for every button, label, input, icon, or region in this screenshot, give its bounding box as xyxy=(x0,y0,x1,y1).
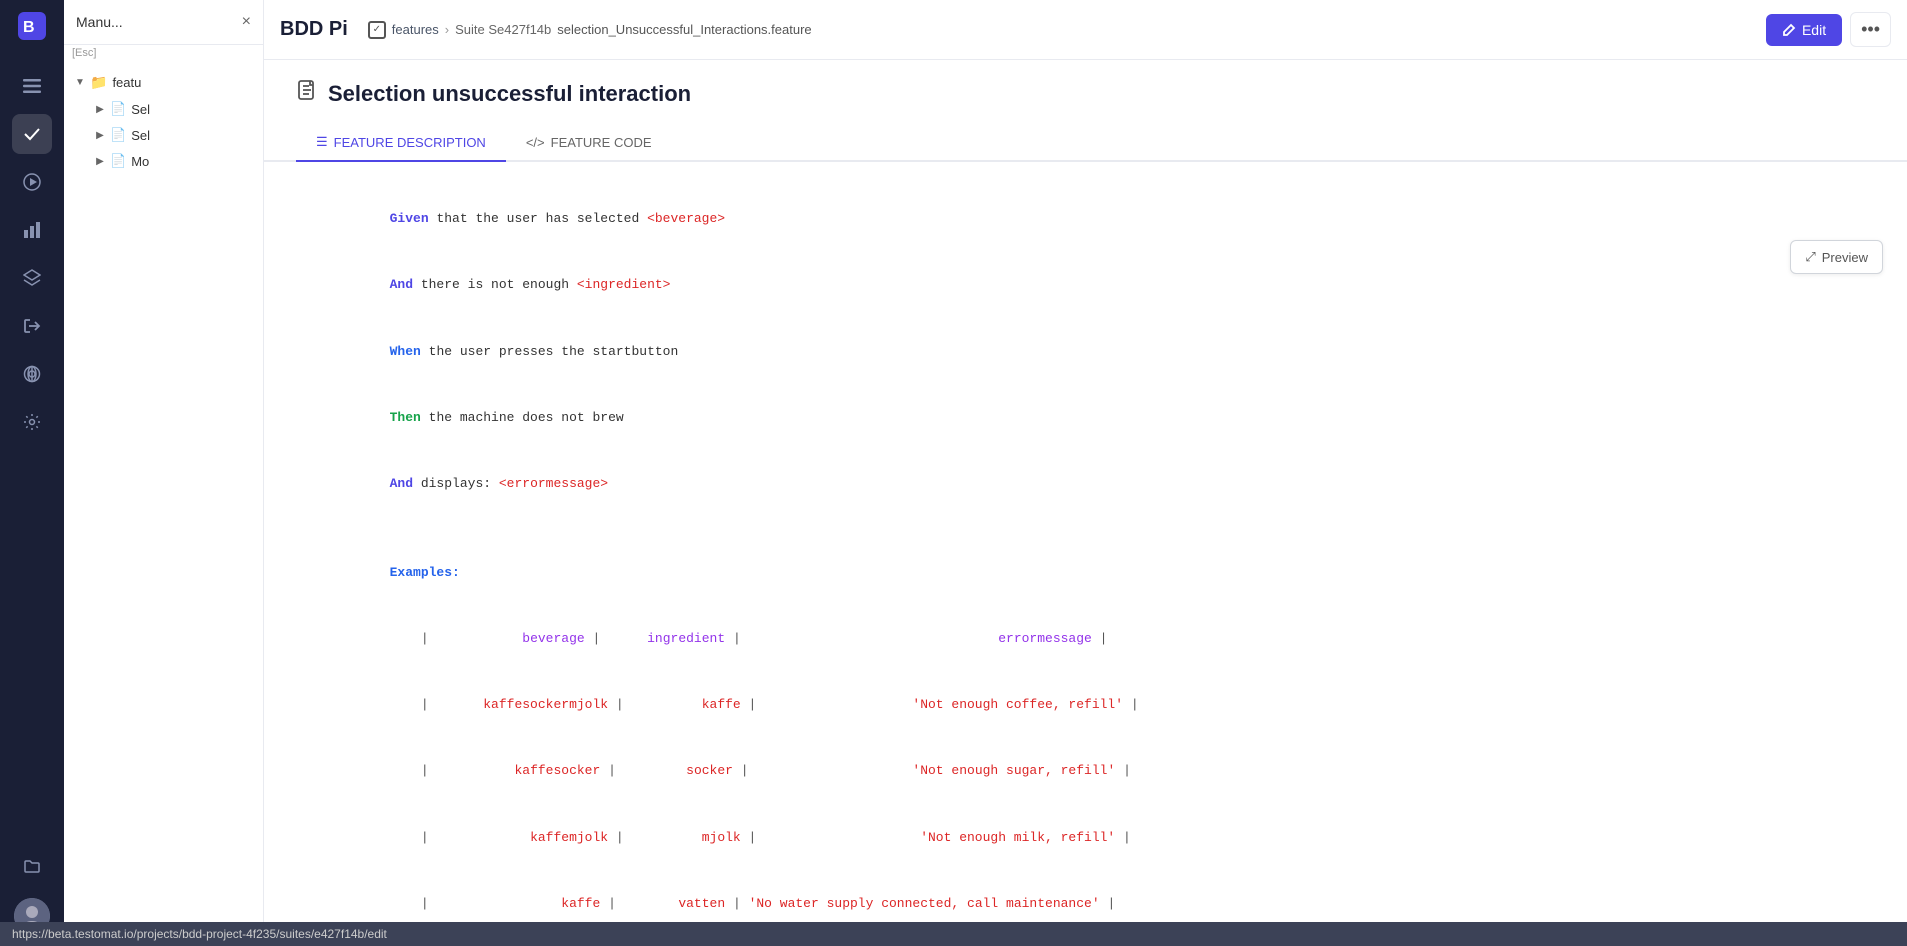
left-panel: Manu... × [Esc] ▼ 📁 featu ▶ 📄 Sel ▶ 📄 Se… xyxy=(64,0,264,946)
breadcrumb: ✓ features › Suite Se427f14b selection_U… xyxy=(368,21,812,39)
code-area: Given that the user has selected <bevera… xyxy=(264,162,1907,946)
main-area: BDD Pi ✓ features › Suite Se427f14b sele… xyxy=(264,0,1907,946)
sidebar-icon-layers[interactable] xyxy=(12,258,52,298)
breadcrumb-separator: › xyxy=(445,22,449,37)
chevron-down-icon: ▼ xyxy=(72,75,88,91)
code-line-then: Then the machine does not brew xyxy=(296,385,1875,451)
top-bar: BDD Pi ✓ features › Suite Se427f14b sele… xyxy=(264,0,1907,60)
app-title: BDD Pi xyxy=(280,18,348,41)
close-panel-button[interactable]: × xyxy=(242,14,251,30)
code-line-and1: And there is not enough <ingredient> xyxy=(296,252,1875,318)
feature-title: Selection unsuccessful interaction xyxy=(328,81,691,107)
sidebar-icon-folder[interactable] xyxy=(12,846,52,886)
tab-feature-description[interactable]: ☰ FEATURE DESCRIPTION xyxy=(296,124,506,162)
code-table-row-1: | kaffesockermjolk | kaffe | 'Not enough… xyxy=(296,672,1875,738)
file-icon-3: 📄 xyxy=(110,153,126,169)
code-table-row-3: | kaffemjolk | mjolk | 'Not enough milk,… xyxy=(296,805,1875,871)
sidebar-icon-check[interactable] xyxy=(12,114,52,154)
tree-file-1[interactable]: ▶ 📄 Sel xyxy=(64,96,263,122)
edit-button[interactable]: Edit xyxy=(1766,14,1842,46)
tree-file-3[interactable]: ▶ 📄 Mo xyxy=(64,148,263,174)
folder-icon: 📁 xyxy=(90,74,107,91)
app-logo[interactable]: B xyxy=(18,12,46,46)
tabs-bar: ☰ FEATURE DESCRIPTION </> FEATURE CODE xyxy=(264,124,1907,162)
tree-folder-features[interactable]: ▼ 📁 featu xyxy=(64,69,263,96)
content-area: Selection unsuccessful interaction ☰ FEA… xyxy=(264,60,1907,946)
code-line-and2: And displays: <errormessage> xyxy=(296,451,1875,517)
tree-folder-label: featu xyxy=(112,75,141,90)
sidebar-icon-login[interactable] xyxy=(12,306,52,346)
code-line-examples: Examples: xyxy=(296,540,1875,606)
code-line-blank xyxy=(296,517,1875,539)
chevron-right-icon: ▶ xyxy=(92,101,108,117)
file-tree: ▼ 📁 featu ▶ 📄 Sel ▶ 📄 Sel ▶ 📄 Mo xyxy=(64,61,263,946)
tab-code-icon: </> xyxy=(526,135,545,150)
tree-file-2[interactable]: ▶ 📄 Sel xyxy=(64,122,263,148)
edit-icon xyxy=(1782,23,1796,37)
tab-description-icon: ☰ xyxy=(316,134,328,150)
code-table-row-2: | kaffesocker | socker | 'Not enough sug… xyxy=(296,738,1875,804)
sidebar-icon-settings[interactable] xyxy=(12,402,52,442)
esc-hint: [Esc] xyxy=(64,45,263,61)
chevron-right-icon-2: ▶ xyxy=(92,127,108,143)
breadcrumb-file: selection_Unsuccessful_Interactions.feat… xyxy=(557,22,811,37)
sidebar: B xyxy=(0,0,64,946)
svg-text:B: B xyxy=(23,19,35,36)
expand-icon: ⤢ xyxy=(1805,249,1815,265)
file-icon: 📄 xyxy=(110,101,126,117)
breadcrumb-suite: Suite Se427f14b xyxy=(455,22,551,37)
code-line-given: Given that the user has selected <bevera… xyxy=(296,186,1875,252)
code-table-header: | beverage | ingredient | errormessage | xyxy=(296,606,1875,672)
tree-file-label-2: Sel xyxy=(131,128,150,143)
feature-header: Selection unsuccessful interaction xyxy=(264,60,1907,124)
tree-file-label-1: Sel xyxy=(131,102,150,117)
code-line-when: When the user presses the startbutton xyxy=(296,319,1875,385)
more-options-button[interactable]: ••• xyxy=(1850,12,1891,47)
status-bar: https://beta.testomat.io/projects/bdd-pr… xyxy=(0,922,1907,946)
breadcrumb-check-icon: ✓ xyxy=(368,21,386,39)
file-icon-2: 📄 xyxy=(110,127,126,143)
sidebar-icon-play[interactable] xyxy=(12,162,52,202)
tab-feature-code[interactable]: </> FEATURE CODE xyxy=(506,124,672,162)
chevron-right-icon-3: ▶ xyxy=(92,153,108,169)
status-url: https://beta.testomat.io/projects/bdd-pr… xyxy=(12,927,387,941)
left-panel-title: Manu... xyxy=(76,14,123,30)
left-panel-header: Manu... × xyxy=(64,0,263,45)
feature-doc-icon xyxy=(296,80,318,108)
tree-file-label-3: Mo xyxy=(131,154,149,169)
preview-button[interactable]: ⤢ Preview xyxy=(1790,240,1883,274)
sidebar-icon-menu[interactable] xyxy=(12,66,52,106)
sidebar-icon-integrations[interactable] xyxy=(12,354,52,394)
sidebar-icon-chart[interactable] xyxy=(12,210,52,250)
breadcrumb-features-link[interactable]: features xyxy=(392,22,439,37)
